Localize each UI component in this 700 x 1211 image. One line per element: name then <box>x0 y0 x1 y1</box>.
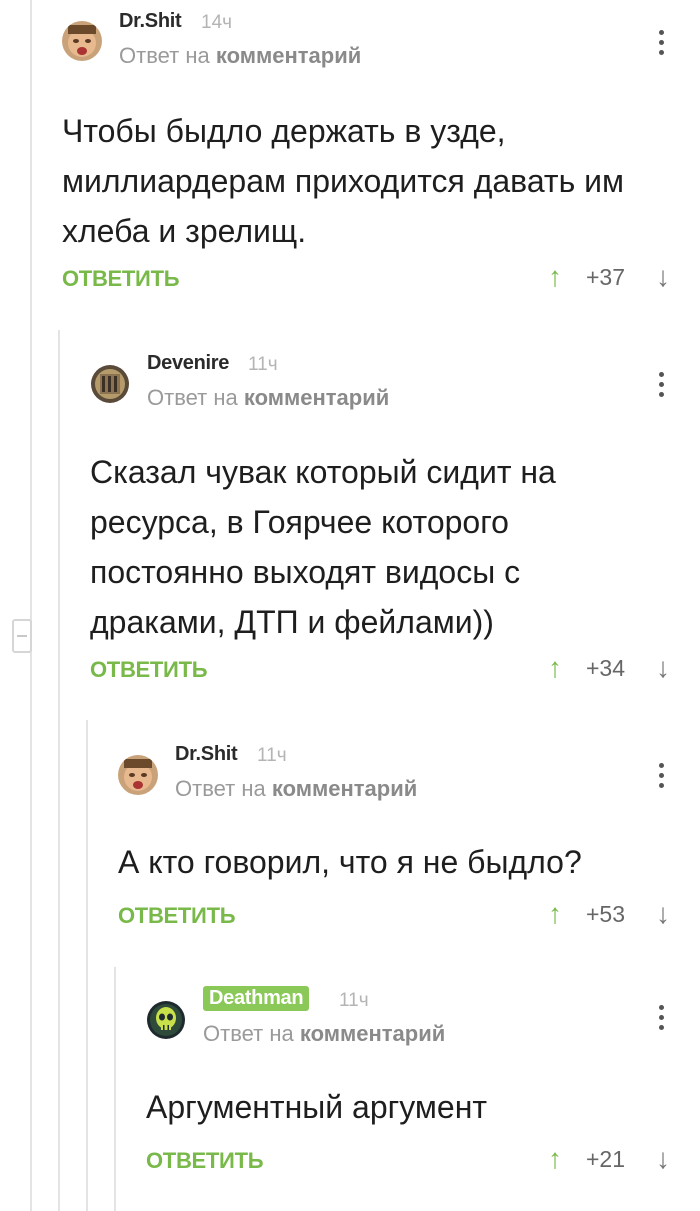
comment-author[interactable]: Dr.Shit <box>175 743 238 766</box>
upvote-arrow-icon[interactable]: ↑ <box>548 653 562 683</box>
upvote-arrow-icon[interactable]: ↑ <box>548 262 562 292</box>
thread-line-level-3 <box>86 720 88 1211</box>
comment-3: Dr.Shit 11ч Ответ на комментарий А кто г… <box>118 743 680 943</box>
downvote-arrow-icon[interactable]: ↓ <box>656 653 670 683</box>
comment-text: Аргументный аргумент <box>146 1089 488 1125</box>
comment-author[interactable]: Devenire <box>147 352 229 375</box>
reply-target[interactable]: комментарий <box>216 43 361 68</box>
comment-time: 11ч <box>257 745 287 766</box>
upvote-arrow-icon[interactable]: ↑ <box>548 1144 562 1174</box>
downvote-arrow-icon[interactable]: ↓ <box>656 1144 670 1174</box>
comment-author[interactable]: Dr.Shit <box>119 10 182 33</box>
comment-4: Deathman 11ч Ответ на комментарий Аргуме… <box>146 986 680 1188</box>
reply-prefix: Ответ на <box>203 1021 294 1046</box>
reply-button[interactable]: ОТВЕТИТЬ <box>146 1148 264 1174</box>
comment-text: А кто говорил, что я не быдло? <box>118 844 582 880</box>
comment-time: 14ч <box>201 12 233 33</box>
reply-to-link[interactable]: Ответ на комментарий <box>147 385 389 411</box>
reply-to-link[interactable]: Ответ на комментарий <box>119 43 361 69</box>
downvote-arrow-icon[interactable]: ↓ <box>656 262 670 292</box>
reply-prefix: Ответ на <box>147 385 238 410</box>
thread-line-level-2 <box>58 330 60 1211</box>
vote-controls: ↑ +21 ↓ <box>548 1144 680 1174</box>
comment-time: 11ч <box>248 354 278 375</box>
reply-button[interactable]: ОТВЕТИТЬ <box>62 266 180 292</box>
crying-baby-avatar[interactable] <box>62 21 102 61</box>
crying-baby-avatar[interactable] <box>118 755 158 795</box>
bronze-medallion-avatar[interactable] <box>90 364 130 404</box>
comment-1: Dr.Shit 14ч Ответ на комментарий Чтобы б… <box>62 10 680 310</box>
collapse-thread-button[interactable] <box>12 619 32 653</box>
comment-time: 11ч <box>339 990 369 1011</box>
comment-score: +34 <box>586 655 626 681</box>
more-options-icon[interactable] <box>659 763 665 789</box>
comment-2: Devenire 11ч Ответ на комментарий Сказал… <box>90 352 680 692</box>
vote-controls: ↑ +34 ↓ <box>548 653 680 683</box>
comment-text: Чтобы быдло держать в узде, миллиардерам… <box>62 113 624 249</box>
green-skull-avatar[interactable] <box>146 1000 186 1040</box>
reply-to-link[interactable]: Ответ на комментарий <box>203 1021 445 1047</box>
comment-score: +37 <box>586 264 626 290</box>
comment-score: +53 <box>586 901 626 927</box>
thread-line-level-4 <box>114 967 116 1211</box>
more-options-icon[interactable] <box>659 1005 665 1031</box>
reply-to-link[interactable]: Ответ на комментарий <box>175 776 417 802</box>
reply-prefix: Ответ на <box>119 43 210 68</box>
thread-line-level-1 <box>30 0 32 1211</box>
more-options-icon[interactable] <box>659 30 665 56</box>
reply-prefix: Ответ на <box>175 776 266 801</box>
comment-author[interactable]: Deathman <box>203 986 310 1011</box>
reply-target[interactable]: комментарий <box>300 1021 445 1046</box>
reply-button[interactable]: ОТВЕТИТЬ <box>90 657 208 683</box>
reply-target[interactable]: комментарий <box>244 385 389 410</box>
reply-button[interactable]: ОТВЕТИТЬ <box>118 903 236 929</box>
reply-target[interactable]: комментарий <box>272 776 417 801</box>
comment-score: +21 <box>586 1146 626 1172</box>
more-options-icon[interactable] <box>659 372 665 398</box>
vote-controls: ↑ +53 ↓ <box>548 899 680 929</box>
comment-text: Сказал чувак который сидит на ресурса, в… <box>90 454 556 640</box>
downvote-arrow-icon[interactable]: ↓ <box>656 899 670 929</box>
upvote-arrow-icon[interactable]: ↑ <box>548 899 562 929</box>
vote-controls: ↑ +37 ↓ <box>548 262 680 292</box>
